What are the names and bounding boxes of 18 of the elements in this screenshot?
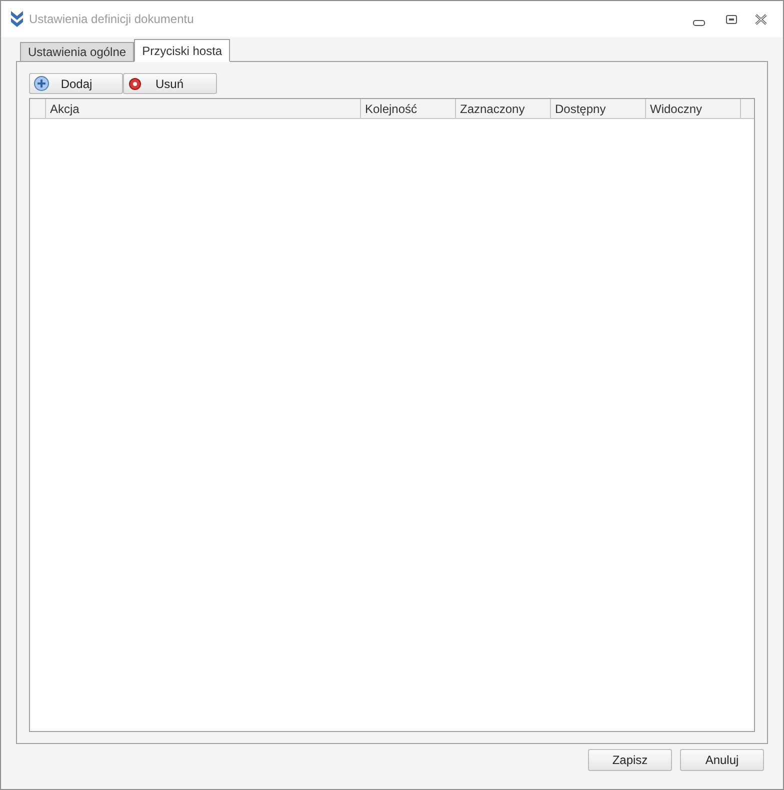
column-header[interactable]: Kolejność bbox=[361, 99, 456, 118]
stop-icon bbox=[129, 78, 141, 90]
column-header[interactable]: Dostępny bbox=[551, 99, 646, 118]
column-header[interactable]: Widoczny bbox=[646, 99, 741, 118]
column-header[interactable]: Zaznaczony bbox=[456, 99, 551, 118]
restore-icon[interactable] bbox=[726, 14, 737, 24]
close-icon[interactable] bbox=[755, 14, 767, 24]
chevrons-icon bbox=[10, 10, 24, 28]
remove-button[interactable]: Usuń bbox=[123, 73, 217, 94]
tab[interactable]: Przyciski hosta bbox=[134, 39, 230, 62]
window-title: Ustawienia definicji dokumentu bbox=[29, 11, 194, 28]
minimize-icon[interactable] bbox=[693, 20, 705, 26]
dialog-button[interactable]: Zapisz bbox=[588, 749, 672, 771]
plus-icon bbox=[34, 76, 49, 91]
column-header[interactable]: Akcja bbox=[46, 99, 361, 118]
dialog-button[interactable]: Anuluj bbox=[680, 749, 764, 771]
tab[interactable]: Ustawienia ogólne bbox=[20, 42, 134, 61]
add-button[interactable]: Dodaj bbox=[29, 73, 123, 94]
